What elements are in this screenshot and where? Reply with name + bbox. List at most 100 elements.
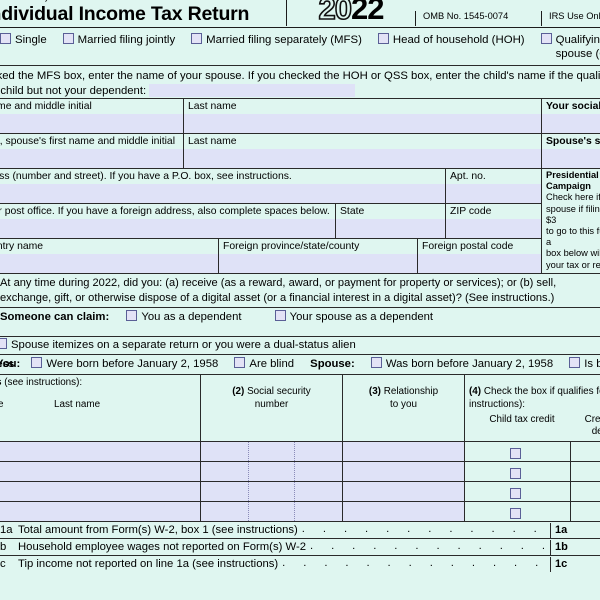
- age-blindness-you-label: You:: [0, 358, 21, 371]
- your-first-name-cell[interactable]: Your first name and middle initial: [0, 99, 183, 133]
- home-address-cell[interactable]: Home address (number and street). If you…: [0, 169, 445, 203]
- dependent-ssn-cell[interactable]: [200, 501, 342, 521]
- foreign-postal-input[interactable]: [418, 254, 541, 273]
- your-last-name-cell[interactable]: Last name: [183, 99, 541, 133]
- you-born-before-label: Were born before January 2, 1958: [46, 358, 219, 371]
- city-label: City, town, or post office. If you have …: [0, 206, 330, 217]
- dependent-ssn-cell[interactable]: [200, 441, 342, 461]
- your-ssn-input[interactable]: [542, 114, 600, 133]
- dependent-relationship-cell[interactable]: [342, 501, 464, 521]
- checkbox-icon[interactable]: [510, 487, 521, 499]
- apt-input[interactable]: [446, 184, 541, 203]
- qualifying-child-name-input[interactable]: [149, 83, 356, 97]
- filing-status-single[interactable]: Single: [0, 33, 47, 62]
- foreign-postal-cell[interactable]: Foreign postal code: [417, 239, 541, 273]
- dependent-name-cell[interactable]: [0, 441, 200, 461]
- checkbox-icon[interactable]: [126, 310, 138, 321]
- dependents-col2-num: (2): [232, 386, 245, 398]
- city-input[interactable]: [0, 219, 335, 238]
- home-address-input[interactable]: [0, 184, 445, 203]
- home-address-label: Home address (number and street). If you…: [0, 171, 292, 182]
- spouse-itemizes-row[interactable]: Spouse itemizes on a separate return or …: [0, 337, 600, 356]
- you-as-dependent-option[interactable]: You as a dependent: [126, 310, 242, 325]
- standard-deduction-section: Standard Deduction Someone can claim: Yo…: [0, 308, 600, 338]
- state-cell[interactable]: State: [335, 204, 445, 238]
- dependent-odc-cell[interactable]: [570, 501, 600, 521]
- spouse-as-dependent-option[interactable]: Your spouse as a dependent: [274, 310, 433, 325]
- spouse-last-name-label: Last name: [188, 136, 237, 147]
- spouse-last-name-cell[interactable]: Last name: [183, 134, 541, 168]
- form-1040: Department of the Treasury—Internal Reve…: [0, 0, 600, 572]
- dot-leader: . . . . . . . . . . . . . .: [301, 522, 550, 535]
- dependent-name-cell[interactable]: [0, 461, 200, 481]
- filing-status-qss[interactable]: Qualifying surviving spouse (QSS): [540, 33, 600, 62]
- spouse-first-name-input[interactable]: [0, 149, 183, 168]
- checkbox-icon[interactable]: [62, 33, 74, 44]
- checkbox-icon[interactable]: [510, 467, 521, 479]
- checkbox-icon[interactable]: [274, 310, 286, 321]
- spouse-born-before-option[interactable]: Was born before January 2, 1958: [370, 357, 553, 370]
- foreign-province-cell[interactable]: Foreign province/state/county: [218, 239, 417, 273]
- checkbox-icon[interactable]: [370, 357, 382, 369]
- checkbox-icon[interactable]: [510, 447, 521, 459]
- checkbox-icon[interactable]: [0, 33, 11, 44]
- you-born-before-option[interactable]: Were born before January 2, 1958: [31, 357, 219, 371]
- spouse-first-name-label: If joint return, spouse's first name and…: [0, 136, 175, 147]
- dependent-ctc-cell[interactable]: [464, 481, 570, 501]
- foreign-country-label: Foreign country name: [0, 241, 44, 252]
- income-line-1b-ref: 1b: [550, 539, 576, 555]
- your-first-name-input[interactable]: [0, 114, 183, 133]
- filing-status-mfj[interactable]: Married filing jointly: [62, 33, 175, 62]
- dependent-ssn-cell[interactable]: [200, 461, 342, 481]
- table-row[interactable]: [0, 460, 600, 481]
- filing-status-mfs[interactable]: Married filing separately (MFS): [191, 33, 362, 62]
- your-ssn-cell[interactable]: Your social security number: [541, 99, 600, 133]
- income-line-1a: Income 1a Total amount from Form(s) W-2,…: [0, 522, 600, 538]
- you-are-blind-option[interactable]: Are blind: [234, 357, 294, 370]
- filing-status-hoh[interactable]: Head of household (HOH): [377, 33, 525, 62]
- zip-cell[interactable]: ZIP code: [445, 204, 541, 238]
- spouse-is-blind-option[interactable]: Is blind: [569, 357, 600, 370]
- dependent-relationship-cell[interactable]: [342, 441, 464, 461]
- dependent-name-cell[interactable]: [0, 481, 200, 501]
- foreign-country-cell[interactable]: Foreign country name: [0, 239, 218, 273]
- income-line-1a-num: 1a: [0, 523, 13, 536]
- zip-input[interactable]: [446, 219, 541, 238]
- spouse-first-name-cell[interactable]: If joint return, spouse's first name and…: [0, 134, 183, 168]
- apt-cell[interactable]: Apt. no.: [445, 169, 541, 203]
- state-input[interactable]: [336, 219, 445, 238]
- dependent-ctc-cell[interactable]: [464, 501, 570, 521]
- table-row[interactable]: [0, 480, 600, 501]
- dependent-ctc-cell[interactable]: [464, 441, 570, 461]
- your-last-name-input[interactable]: [184, 114, 541, 133]
- dependent-relationship-cell[interactable]: [342, 461, 464, 481]
- your-ssn-label: Your social security number: [546, 101, 600, 112]
- city-cell[interactable]: City, town, or post office. If you have …: [0, 204, 335, 238]
- checkbox-icon[interactable]: [377, 33, 389, 44]
- dependent-name-cell[interactable]: [0, 501, 200, 521]
- dependent-odc-cell[interactable]: [570, 441, 600, 461]
- checkbox-icon[interactable]: [569, 357, 581, 369]
- checkbox-icon[interactable]: [191, 33, 203, 44]
- checkbox-icon[interactable]: [0, 338, 7, 350]
- foreign-country-input[interactable]: [0, 254, 218, 273]
- table-row[interactable]: [0, 500, 600, 521]
- dependent-ctc-cell[interactable]: [464, 461, 570, 481]
- dependent-relationship-cell[interactable]: [342, 481, 464, 501]
- dot-leader: . . . . . . . . . . . . . .: [282, 556, 550, 569]
- checkbox-icon[interactable]: [31, 357, 43, 369]
- checkbox-icon[interactable]: [510, 507, 521, 519]
- dependents-header-row: Dependents (see instructions): (1) First…: [0, 375, 600, 441]
- zip-label: ZIP code: [450, 206, 492, 217]
- spouse-ssn-input[interactable]: [542, 149, 600, 168]
- dependent-ssn-cell[interactable]: [200, 481, 342, 501]
- spouse-ssn-cell[interactable]: Spouse's social security number: [541, 134, 600, 168]
- dependent-odc-cell[interactable]: [570, 481, 600, 501]
- dependent-odc-cell[interactable]: [570, 461, 600, 481]
- foreign-province-input[interactable]: [219, 254, 417, 273]
- table-row[interactable]: [0, 440, 600, 461]
- spouse-last-name-input[interactable]: [184, 149, 541, 168]
- checkbox-icon[interactable]: [234, 357, 246, 369]
- checkbox-icon[interactable]: [540, 33, 552, 44]
- income-line-1c-num: c: [0, 557, 6, 570]
